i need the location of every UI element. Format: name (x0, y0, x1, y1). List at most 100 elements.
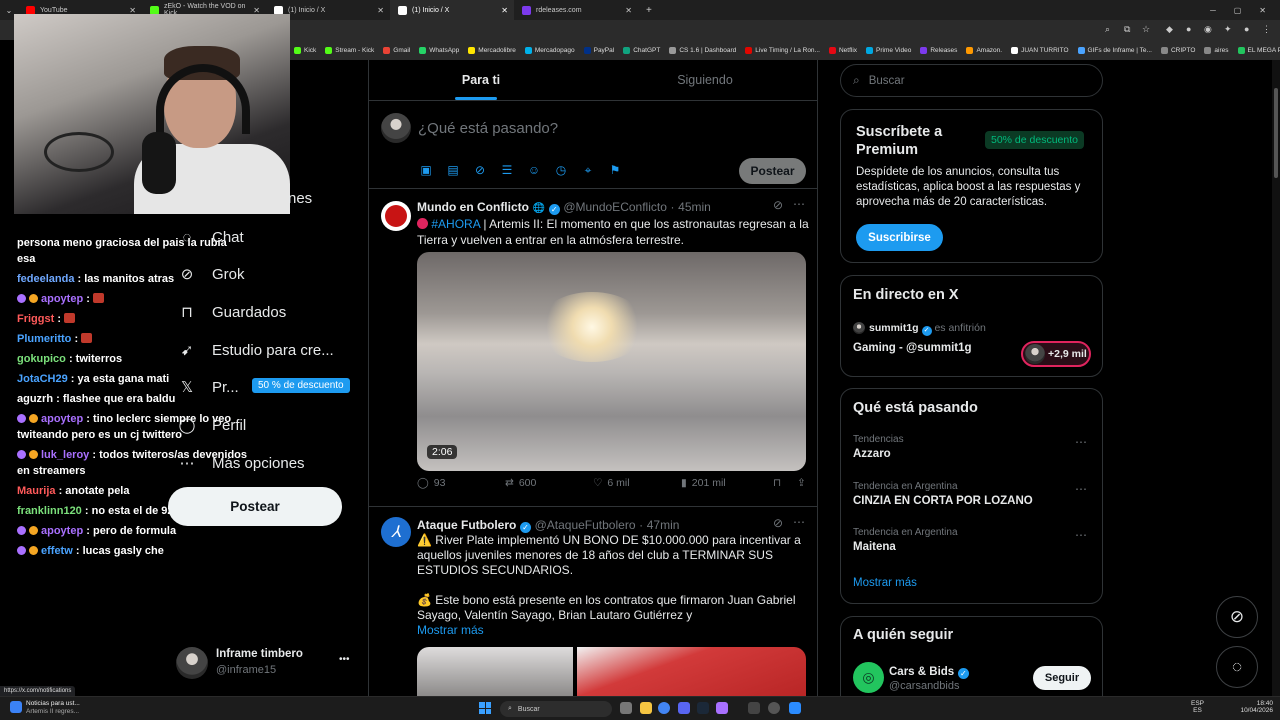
cast-icon[interactable]: ⌕ (1105, 24, 1110, 35)
chat-username[interactable]: luk_leroy (41, 449, 89, 461)
close-window-icon[interactable]: ✕ (1259, 6, 1266, 15)
post-button[interactable]: Postear (168, 487, 342, 526)
bookmark-item[interactable]: aires (1204, 46, 1229, 54)
image-icon[interactable]: ▣ (419, 163, 433, 177)
schedule-icon[interactable]: ◷ (554, 163, 568, 177)
bookmark-item[interactable]: Netflix (828, 46, 857, 54)
bookmark-item[interactable]: ChatGPT (623, 46, 660, 54)
news-widget-icon[interactable] (10, 701, 22, 713)
follow-button[interactable]: Seguir (1033, 666, 1091, 690)
nav-item-pr[interactable]: 𝕏 Pr... (178, 378, 239, 397)
chat-username[interactable]: aguzrh (17, 393, 53, 405)
nav-item-grok[interactable]: ⊘ Grok (178, 265, 245, 284)
bookmark-item[interactable]: Mercadolibre (468, 46, 516, 54)
cars-and-bids-avatar[interactable]: ◎ (853, 662, 884, 693)
author-name[interactable]: Ataque Futbolero (417, 518, 516, 532)
subscribe-button[interactable]: Suscribirse (856, 224, 943, 251)
grok-explain-icon[interactable]: ⊘ (773, 198, 783, 212)
chat-username[interactable]: franklinn120 (17, 505, 82, 517)
app-icon[interactable] (748, 702, 760, 714)
composer-input[interactable]: ¿Qué está pasando? (418, 120, 558, 137)
close-tab-icon[interactable]: ✕ (501, 6, 508, 15)
chat-username[interactable]: apoytep (41, 525, 83, 537)
grok-icon[interactable]: ⊘ (473, 163, 487, 177)
volume-icon[interactable] (1222, 702, 1230, 714)
account-switcher[interactable]: Inframe timbero @inframe15 ••• (176, 646, 356, 680)
post-more-icon[interactable]: ⋯ (793, 515, 805, 529)
page-scrollbar[interactable] (1272, 60, 1280, 696)
author-name[interactable]: Mundo en Conflicto (417, 200, 529, 214)
extension-icon[interactable]: ● (1186, 24, 1191, 34)
bookmark-item[interactable]: PayPal (583, 46, 614, 54)
account-more-icon[interactable]: ••• (339, 654, 350, 665)
nav-item-guardados[interactable]: ⊓ Guardados (178, 303, 286, 322)
nav-item-estudio-para-cre[interactable]: ➹ Estudio para cre... (178, 341, 334, 360)
bookmark-item[interactable]: JUAN TURRITO (1011, 46, 1069, 54)
bookmark-button[interactable]: ⊓ (773, 477, 797, 489)
grok-explain-icon[interactable]: ⊘ (773, 516, 783, 530)
browser-tab-rdeleases[interactable]: rdeleases.com ✕ (514, 0, 638, 20)
bookmark-item[interactable]: Prime Video (866, 46, 911, 54)
chat-username[interactable]: Maurija (17, 485, 56, 497)
grok-fab-icon[interactable]: ⊘ (1216, 596, 1258, 638)
views-button[interactable]: ▮ 201 mil (681, 477, 773, 489)
app-icon[interactable] (789, 702, 801, 714)
live-listeners-button[interactable]: +2,9 mil (1021, 341, 1091, 367)
chat-username[interactable]: gokupico (17, 353, 66, 365)
messages-fab-icon[interactable]: ◌ (1216, 646, 1258, 688)
bookmark-item[interactable]: Amazon. (966, 46, 1002, 54)
tab-siguiendo[interactable]: Siguiendo (593, 60, 817, 100)
chat-username[interactable]: fedeelanda (17, 273, 74, 285)
post-image[interactable] (417, 647, 806, 696)
obs-icon[interactable] (768, 702, 780, 714)
new-tab-button[interactable]: + (638, 5, 660, 16)
taskbar-date[interactable]: 10/04/2026 (1237, 707, 1273, 714)
file-explorer-icon[interactable] (640, 702, 652, 714)
tab-para-ti[interactable]: Para ti (369, 60, 593, 100)
trends-show-more[interactable]: Mostrar más (853, 577, 917, 589)
follow-name[interactable]: Cars & Bids (889, 666, 954, 678)
follow-handle[interactable]: @carsandbids (889, 680, 959, 692)
chat-username[interactable]: Plumeritto (17, 333, 71, 345)
star-icon[interactable]: ☆ (1142, 24, 1150, 35)
chat-username[interactable]: JotaCH29 (17, 373, 68, 385)
composer-post-button[interactable]: Postear (739, 158, 806, 184)
extension-icon[interactable]: ◉ (1204, 24, 1212, 35)
mundo-en-conflicto-avatar[interactable] (381, 201, 411, 231)
chat-username[interactable]: apoytep (41, 293, 83, 305)
share-button[interactable]: ⇪ (797, 477, 806, 489)
show-more-link[interactable]: Mostrar más (417, 623, 484, 637)
language-indicator[interactable]: ESP (1191, 700, 1204, 707)
task-view-icon[interactable] (620, 702, 632, 714)
post-ataque-futbolero[interactable]: ⅄ Ataque Futbolero ✓ @AtaqueFutbolero · … (369, 507, 817, 696)
news-widget-title[interactable]: Noticias para ust... (26, 700, 80, 707)
location-icon[interactable]: ⌖ (581, 163, 595, 177)
bookmark-item[interactable]: Live Timing / La Ron... (745, 46, 820, 54)
browser-menu-icon[interactable]: ⋮ (1262, 24, 1271, 35)
emoji-icon[interactable]: ☺ (527, 163, 541, 177)
post-more-icon[interactable]: ⋯ (793, 197, 805, 211)
bookmark-item[interactable]: Stream - Kick (325, 46, 374, 54)
close-tab-icon[interactable]: ✕ (625, 6, 632, 15)
bookmark-item[interactable]: CS 1.6 | Dashboard (669, 46, 736, 54)
hashtag-link[interactable]: #AHORA (431, 217, 480, 231)
bookmark-item[interactable]: Releases (920, 46, 957, 54)
network-icon[interactable] (1212, 702, 1220, 714)
nav-item-chat[interactable]: ◌ Chat (178, 228, 244, 246)
nav-item-perfil[interactable]: ◯ Perfil (178, 416, 247, 435)
chat-username[interactable]: Friggst (17, 313, 54, 325)
trend-item[interactable]: Tendencia en Argentina CINZIA EN CORTA P… (853, 481, 1093, 507)
discord-icon[interactable] (678, 702, 690, 714)
install-icon[interactable]: ⧉ (1124, 24, 1130, 35)
post-video[interactable]: 2:06 (417, 252, 806, 471)
premium-discount-pill[interactable]: 50 % de descuento (252, 378, 350, 393)
app-icon[interactable] (716, 702, 728, 714)
scrollbar-thumb[interactable] (1274, 88, 1278, 178)
bookmark-item[interactable]: Kick (294, 46, 316, 54)
windows-start-icon[interactable] (479, 702, 491, 714)
post-time[interactable]: 45min (678, 200, 711, 214)
trend-more-icon[interactable]: ⋯ (1075, 528, 1088, 542)
extension-icon[interactable]: ◆ (1166, 24, 1173, 35)
taskbar-search[interactable]: ⌕ Buscar (500, 701, 612, 717)
bookmark-item[interactable]: Gmail (383, 46, 410, 54)
